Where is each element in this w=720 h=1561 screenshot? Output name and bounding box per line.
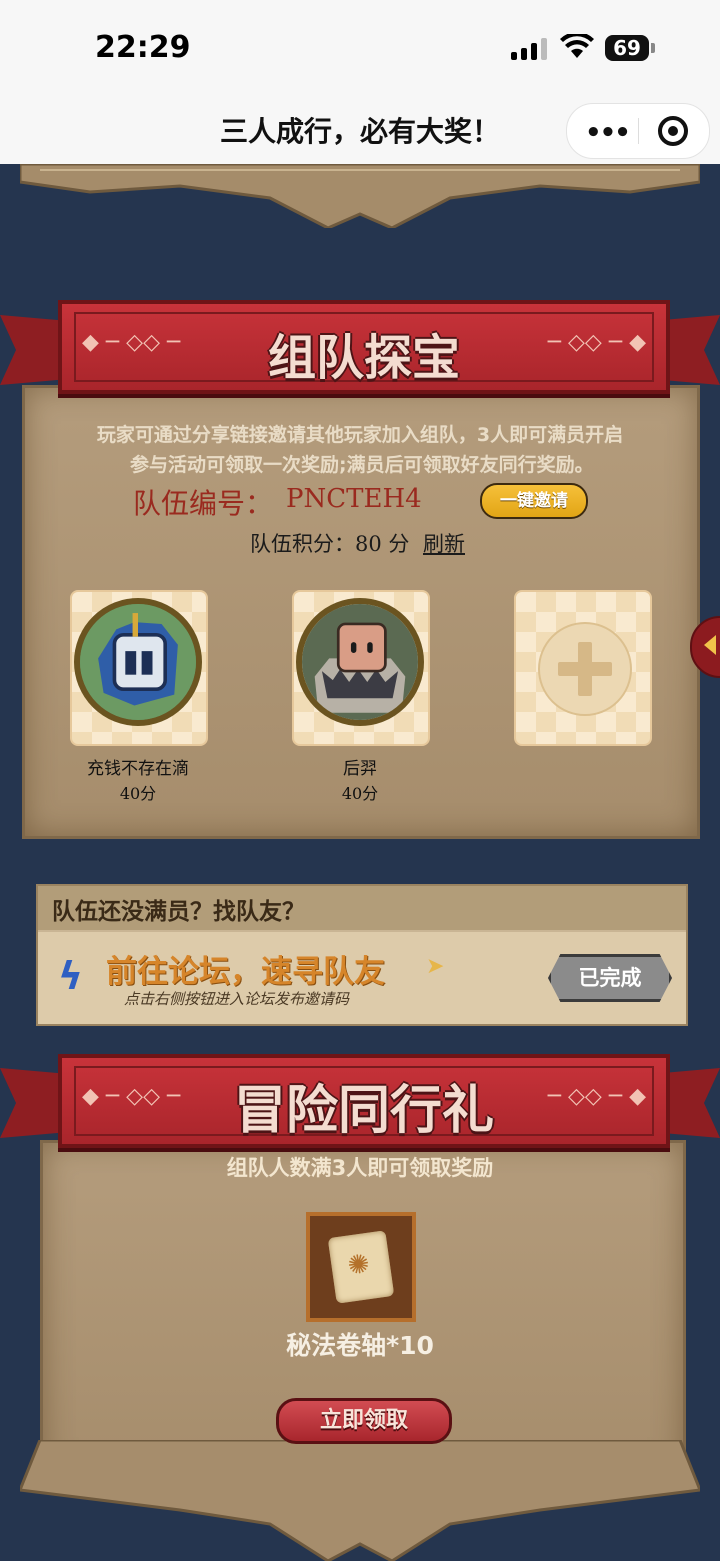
mini-program-capsule: ••• xyxy=(566,103,710,159)
completed-button[interactable]: 已完成 xyxy=(548,954,672,1002)
more-icon[interactable]: ••• xyxy=(585,118,631,148)
forum-title: 前往论坛，速寻队友 xyxy=(106,954,385,990)
scroll-icon xyxy=(327,1230,395,1304)
status-bar: 22:29 69 xyxy=(0,0,720,96)
member-name-1: 充钱不存在滴 xyxy=(87,759,189,779)
reward-banner: ◆ ─ ◇◇ ─ ─ ◇◇ ─ ◆ 冒险同行礼 xyxy=(58,1054,670,1148)
one-click-invite-button[interactable]: 一键邀请 xyxy=(480,483,588,519)
arrow-right-icon: ➤ xyxy=(426,954,445,979)
team-banner-title: 组队探宝 xyxy=(267,330,460,386)
forum-header: 队伍还没满员？找队友？ xyxy=(38,886,686,930)
team-banner: ◆ ─ ◇◇ ─ ─ ◇◇ ─ ◆ 组队探宝 xyxy=(58,300,670,394)
battery-icon: 69 xyxy=(605,35,649,61)
team-description-2: 参与活动可领取一次奖励;满员后可领取好友同行奖励。 xyxy=(130,454,594,476)
team-id-value: PNCTEH4 xyxy=(286,484,422,514)
forum-body: ϟ 前往论坛，速寻队友 ➤ 点击右侧按钮进入论坛发布邀请码 已完成 xyxy=(38,932,686,1024)
nav-bar: 三人成行，必有大奖！ ••• xyxy=(0,96,720,164)
member-slot-1[interactable] xyxy=(70,590,208,746)
top-scroll-edge xyxy=(20,164,700,228)
signal-icon xyxy=(511,38,547,60)
status-time: 22:29 xyxy=(95,30,191,65)
reward-item-box[interactable] xyxy=(306,1212,416,1322)
refresh-link[interactable]: 刷新 xyxy=(423,528,465,558)
reward-item-name: 秘法卷轴*10 xyxy=(286,1331,434,1360)
knight-avatar-icon xyxy=(74,598,202,726)
member-score-2: 40分 xyxy=(341,784,379,803)
capsule-divider xyxy=(638,118,639,144)
wifi-icon xyxy=(560,34,594,58)
monster-avatar-icon xyxy=(296,598,424,726)
reward-banner-title: 冒险同行礼 xyxy=(233,1081,494,1141)
close-target-icon[interactable] xyxy=(658,116,688,146)
battery-tip xyxy=(651,43,655,53)
reward-panel-bottom-edge xyxy=(20,1440,700,1561)
forum-subtitle: 点击右侧按钮进入论坛发布邀请码 xyxy=(124,990,350,1008)
team-score: 队伍积分：80 分 xyxy=(250,532,410,556)
lightning-icon: ϟ xyxy=(58,954,84,998)
team-id-label: 队伍编号： xyxy=(133,487,274,520)
member-score-1: 40分 xyxy=(119,784,157,803)
add-member-icon[interactable] xyxy=(538,622,632,716)
member-slot-empty[interactable] xyxy=(514,590,652,746)
forum-card: 队伍还没满员？找队友？ ϟ 前往论坛，速寻队友 ➤ 点击右侧按钮进入论坛发布邀请… xyxy=(36,884,688,1026)
claim-now-button[interactable]: 立即领取 xyxy=(276,1398,452,1444)
team-description-1: 玩家可通过分享链接邀请其他玩家加入组队，3人即可满员开启 xyxy=(96,424,624,446)
reward-condition: 组队人数满3人即可领取奖励 xyxy=(226,1156,494,1180)
member-name-2: 后羿 xyxy=(343,759,377,779)
member-slot-2[interactable] xyxy=(292,590,430,746)
forum-heading: 队伍还没满员？找队友？ xyxy=(52,899,305,925)
